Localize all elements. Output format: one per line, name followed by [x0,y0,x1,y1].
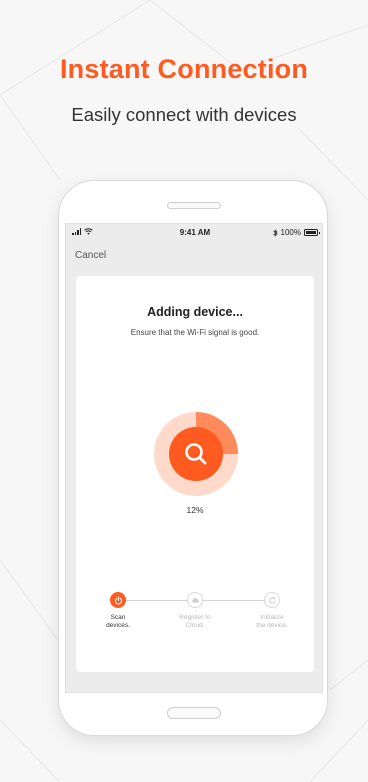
headline: Instant Connection [59,54,309,84]
subheadline: Easily connect with devices [71,104,297,125]
progress-percent: 12% [186,505,204,515]
bluetooth-icon [272,228,278,237]
step-scan-node [110,592,126,608]
home-button [167,707,221,719]
step-register-node [187,592,203,608]
progress-core [169,427,223,481]
card-subtitle: Ensure that the Wi-Fi signal is good. [130,328,260,337]
cloud-icon [191,597,199,603]
battery-icon [304,229,320,236]
refresh-icon [268,596,276,604]
step-register-label: Register to Cloud. [179,614,211,629]
battery-percent: 100% [280,228,301,237]
adding-device-card: Adding device... Ensure that the Wi-Fi s… [76,276,314,672]
status-bar: 9:41 AM 100% [66,224,322,242]
phone-mockup: 9:41 AM 100% Cancel Adding device... Ens… [58,180,328,736]
power-icon [114,595,122,604]
step-initialize-label: Initialize the device. [256,614,288,629]
step-scan-label: Scan devices. [106,614,130,629]
phone-screen: 9:41 AM 100% Cancel Adding device... Ens… [65,223,323,693]
card-title: Adding device... [147,305,243,319]
step-initialize-node [264,592,280,608]
progress-ring [154,412,238,496]
cancel-button[interactable]: Cancel [75,250,106,261]
phone-speaker [167,202,221,209]
